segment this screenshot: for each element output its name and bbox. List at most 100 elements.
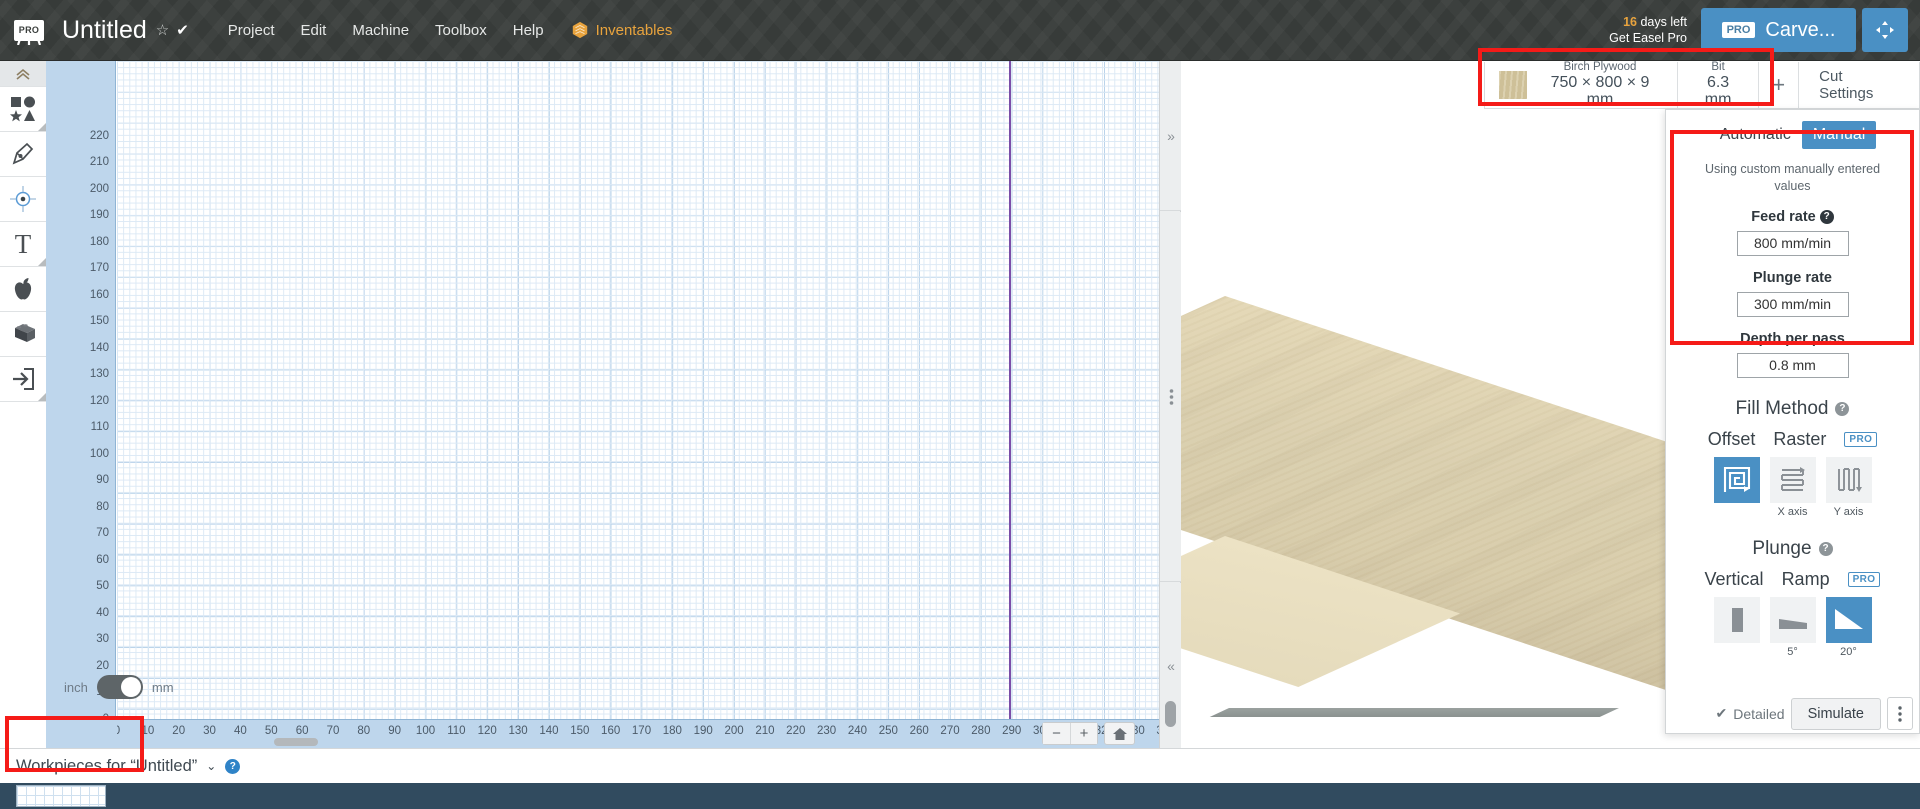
fullscreen-expand-button[interactable] — [1862, 8, 1908, 52]
plunge-ramp-20-icon-box — [1825, 596, 1872, 643]
zoom-in-button[interactable]: + — [1070, 723, 1097, 744]
detailed-check-icon: ✔ — [1715, 705, 1728, 721]
easel-pro-logo-icon: PRO — [12, 15, 46, 45]
menu-item-edit[interactable]: Edit — [287, 22, 339, 39]
fill-raster-y-icon-box — [1825, 456, 1872, 503]
sidebar-item-origin[interactable] — [0, 177, 46, 222]
cut-settings-more-menu-button[interactable] — [1887, 697, 1913, 730]
ruler-v-tick: 30 — [96, 633, 109, 646]
carve-button-label: Carve... — [1765, 18, 1836, 41]
ruler-h-tick: 290 — [1002, 725, 1022, 737]
zoom-home-button[interactable] — [1104, 722, 1135, 745]
canvas-grid[interactable] — [117, 61, 1159, 719]
fill-option-raster-x[interactable]: X axis — [1769, 456, 1816, 518]
preview-vertical-scrollbar[interactable] — [1165, 701, 1176, 727]
cut-settings-panel: Automatic Manual Using custom manually e… — [1665, 109, 1920, 734]
bit-selector[interactable]: Bit 6.3 mm — [1678, 61, 1758, 109]
tab-automatic[interactable]: Automatic — [1709, 121, 1802, 149]
splitter-handle-middle[interactable] — [1160, 212, 1182, 582]
detailed-toggle[interactable]: ✔ Detailed — [1715, 705, 1784, 722]
tab-manual[interactable]: Manual — [1801, 121, 1877, 149]
tool-submenu-corner — [38, 123, 46, 131]
trial-days-count: 16 — [1623, 15, 1637, 29]
fill-option-offset[interactable] — [1713, 456, 1760, 518]
vertical-dots-icon — [1898, 705, 1902, 722]
ruler-h-tick: 170 — [631, 725, 652, 737]
inventables-link[interactable]: Inventables — [571, 21, 672, 39]
main-menu: Project Edit Machine Toolbox Help Invent… — [215, 21, 673, 39]
menu-item-project[interactable]: Project — [215, 22, 288, 39]
plunge-help-icon[interactable]: ? — [1818, 541, 1833, 556]
ruler-v-tick: 90 — [96, 474, 109, 487]
sidebar-item-text-tool[interactable]: T — [0, 222, 46, 267]
workpieces-help-icon[interactable]: ? — [225, 758, 241, 774]
favorite-star-icon[interactable]: ☆ — [156, 21, 169, 39]
canvas-horizontal-scrollbar[interactable] — [274, 738, 318, 746]
ruler-h-tick: 240 — [847, 725, 868, 737]
fill-raster-x-icon-box — [1769, 456, 1816, 503]
feed-rate-help-icon[interactable]: ? — [1819, 209, 1834, 224]
sidebar-item-pen-tool[interactable] — [0, 132, 46, 177]
carve-button[interactable]: PRO Carve... — [1701, 8, 1856, 52]
unit-toggle-knob — [120, 677, 141, 697]
raster-x-axis-icon — [1780, 466, 1805, 491]
unit-inch-label: inch — [64, 679, 88, 695]
splitter-handle-top[interactable]: » — [1160, 61, 1182, 211]
ruler-v-tick: 220 — [89, 129, 109, 142]
plunge-option-vertical[interactable] — [1713, 596, 1760, 658]
fill-method-section-title-group: Fill Method ? — [1666, 398, 1919, 420]
sidebar-item-apps[interactable] — [0, 267, 46, 312]
sidebar-item-shapes[interactable] — [0, 87, 46, 132]
menu-item-help[interactable]: Help — [500, 22, 557, 39]
workpieces-collapse-icon[interactable]: ⌄ — [206, 759, 216, 773]
plunge-option-ramp-20[interactable]: 20° — [1825, 596, 1872, 658]
offset-spiral-icon — [1723, 466, 1750, 492]
sidebar-item-building-blocks[interactable] — [0, 312, 46, 357]
workpiece-thumbnail[interactable] — [16, 785, 106, 807]
add-bit-button[interactable]: + — [1759, 62, 1798, 108]
raster-pro-badge: PRO — [1844, 431, 1878, 447]
simulate-button[interactable]: Simulate — [1790, 697, 1881, 730]
crosshair-target-icon — [10, 186, 36, 212]
canvas-preview-splitter[interactable]: » « — [1159, 61, 1182, 748]
plunge-option-ramp-5[interactable]: 5° — [1769, 596, 1816, 658]
material-name: Birch Plywood — [1563, 60, 1637, 73]
ruler-h-tick: 90 — [388, 725, 402, 737]
project-title[interactable]: Untitled — [62, 16, 147, 45]
left-tool-palette: T — [0, 61, 46, 402]
ruler-h-tick: 160 — [601, 725, 621, 737]
ruler-h-tick: 100 — [415, 725, 436, 737]
ruler-v-tick: 50 — [96, 580, 109, 593]
cut-settings-button[interactable]: Cut Settings — [1799, 62, 1919, 108]
fill-method-help-icon[interactable]: ? — [1835, 401, 1850, 416]
sidebar-item-collapse-toolbar[interactable] — [0, 61, 46, 87]
ruler-v-tick: 170 — [89, 262, 109, 275]
unit-mm-label: mm — [151, 679, 174, 695]
unit-toggle[interactable]: inch mm — [50, 660, 188, 714]
ruler-corner — [46, 719, 117, 748]
ruler-h-tick: 20 — [172, 725, 186, 737]
menu-item-machine[interactable]: Machine — [339, 22, 422, 39]
menu-item-toolbox[interactable]: Toolbox — [422, 22, 500, 39]
fill-option-raster-y[interactable]: Y axis — [1825, 456, 1872, 518]
material-dimensions: 750 × 800 × 9 mm — [1550, 73, 1650, 109]
get-easel-pro-link[interactable]: Get Easel Pro — [1609, 30, 1687, 46]
zoom-out-button[interactable]: − — [1043, 723, 1070, 744]
vertical-dots-icon — [1169, 388, 1173, 405]
chevron-up-icon — [16, 68, 30, 80]
feed-rate-input[interactable]: 800 mm/min — [1736, 230, 1849, 256]
material-selector[interactable]: Birch Plywood 750 × 800 × 9 mm — [1485, 60, 1677, 109]
depth-per-pass-input[interactable]: 0.8 mm — [1736, 352, 1849, 378]
feed-rate-label-group: Feed rate ? — [1666, 209, 1919, 225]
ruler-h-tick: 30 — [203, 725, 216, 737]
design-canvas[interactable]: 0102030405060708090100110120130140150160… — [46, 61, 1159, 748]
workpieces-header: Workpieces for “Untitled” ⌄ ? — [0, 749, 1920, 783]
unit-toggle-switch[interactable] — [96, 675, 143, 699]
ruler-h-tick: 250 — [878, 725, 898, 737]
ruler-v-tick: 150 — [89, 315, 109, 328]
ruler-v-tick: 60 — [96, 553, 109, 566]
plunge-rate-input[interactable]: 300 mm/min — [1736, 291, 1849, 317]
ruler-h-tick: 200 — [724, 725, 744, 737]
top-menu-bar: PRO Untitled ☆ ✔ Project Edit Machine To… — [0, 0, 1920, 61]
sidebar-item-import[interactable] — [0, 357, 46, 402]
